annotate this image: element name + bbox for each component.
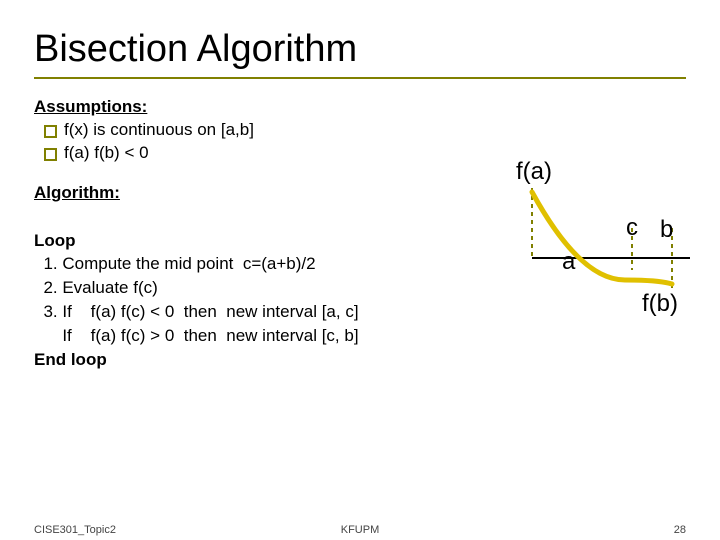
label-fb: f(b) [642,290,678,318]
curve-svg [510,160,710,340]
loop-close: End loop [34,350,107,369]
algo-step: 3. If f(a) f(c) < 0 then new interval [a… [34,302,359,321]
algo-step: 1. Compute the mid point c=(a+b)/2 [34,254,316,273]
label-c: c [626,214,638,242]
footer-page-number: 28 [674,524,686,536]
algo-step: If f(a) f(c) > 0 then new interval [c, b… [34,326,359,345]
algo-step: 2. Evaluate f(c) [34,278,158,297]
bisection-diagram: f(a) a c b f(b) [510,160,710,340]
label-b: b [660,216,673,244]
assumptions-list: f(x) is continuous on [a,b] f(a) f(b) < … [40,119,686,165]
assumptions-heading: Assumptions: [34,97,686,117]
title-rule [34,77,686,79]
list-item: f(x) is continuous on [a,b] [40,119,686,142]
slide-title: Bisection Algorithm [34,28,686,71]
footer-left: CISE301_Topic2 [34,524,116,536]
label-fa: f(a) [516,158,552,186]
footer-center: KFUPM [341,524,380,536]
label-a: a [562,248,575,276]
loop-open: Loop [34,231,76,250]
